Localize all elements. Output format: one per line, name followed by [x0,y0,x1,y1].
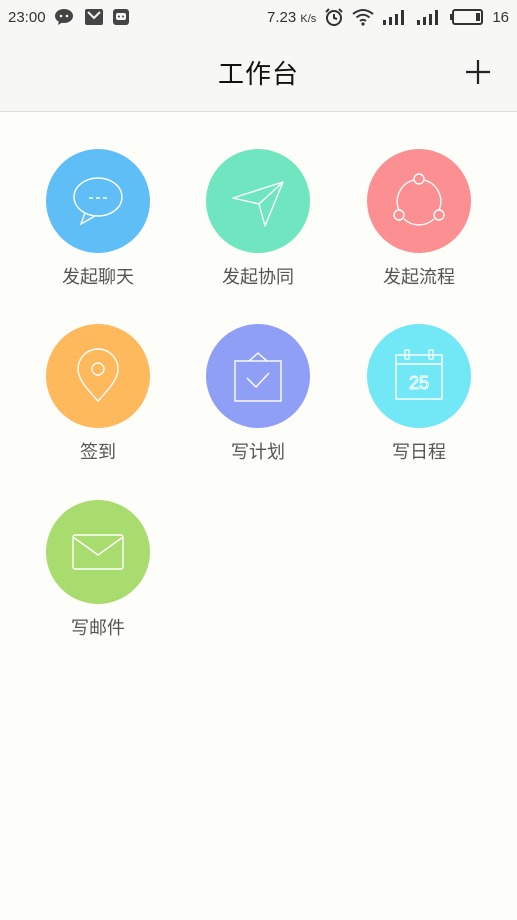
start-process-tile[interactable]: 发起流程 [339,149,499,299]
write-email-tile[interactable]: 写邮件 [18,500,178,650]
status-left: 23:00 [8,0,130,34]
mail-notification-icon [84,8,104,26]
chat-bubble-icon [73,177,123,226]
tile-circle [206,149,310,253]
battery-level: 16 [492,8,509,26]
write-schedule-tile[interactable]: 25 写日程 [339,324,499,474]
tile-circle: 25 [367,324,471,428]
tile-label: 写邮件 [71,618,125,639]
plan-bag-check-icon [234,352,282,402]
app-bar: 工作台 [0,34,517,112]
alarm-clock-icon [324,7,344,27]
network-speed: 7.23 K/s [267,8,317,26]
tile-circle [206,324,310,428]
envelope-icon [72,534,124,570]
check-in-tile[interactable]: 签到 [18,324,178,474]
plus-icon [466,60,490,84]
wifi-icon [352,8,374,26]
write-plan-tile[interactable]: 写计划 [178,324,338,474]
tile-label: 签到 [80,442,116,463]
start-chat-tile[interactable]: 发起聊天 [18,149,178,299]
message-app-icon [112,8,130,26]
tile-label: 写日程 [392,442,446,463]
tile-label: 发起协同 [222,267,294,288]
battery-icon [450,8,484,26]
status-right: 7.23 K/s 16 [267,0,509,34]
tile-label: 写计划 [231,442,285,463]
start-collaboration-tile[interactable]: 发起协同 [178,149,338,299]
tile-label: 发起流程 [383,267,455,288]
tile-circle [46,500,150,604]
location-pin-icon [77,348,119,403]
tile-circle [367,149,471,253]
add-button[interactable] [461,55,495,89]
calendar-day: 25 [409,373,429,393]
tile-circle [46,149,150,253]
tile-circle [46,324,150,428]
status-time: 23:00 [8,8,46,26]
page-title: 工作台 [217,60,299,90]
signal-bars-icon [382,8,408,26]
calendar-icon: 25 [395,349,443,400]
status-bar: 23:00 7.23 K/s 16 [0,0,517,34]
flow-cycle-icon [393,173,445,226]
wechat-icon [54,8,76,26]
tile-label: 发起聊天 [62,267,134,288]
signal-bars-2-icon [416,8,442,26]
paper-plane-icon [232,181,284,227]
